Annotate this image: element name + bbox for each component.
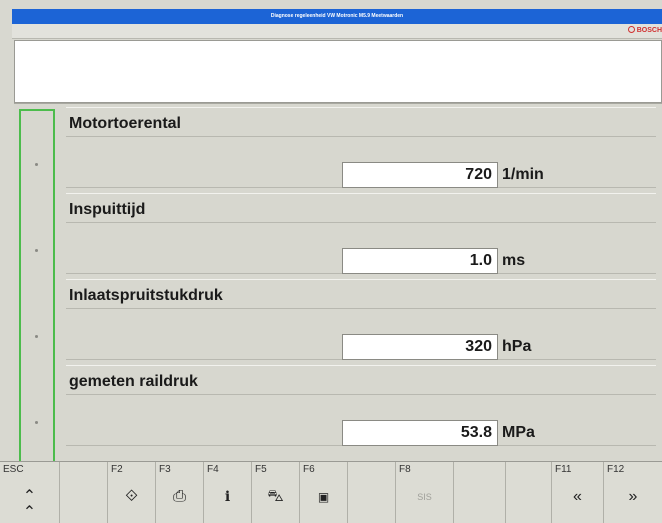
empty-key — [348, 462, 396, 523]
key-label: ESC — [3, 464, 24, 475]
measurement-value: 720 — [342, 162, 498, 188]
bosch-logo-icon — [627, 26, 635, 33]
measurement-unit: MPa — [502, 424, 535, 441]
measurement-value-row: 720 1/min — [66, 162, 656, 188]
f4-button[interactable]: F4 i — [204, 462, 252, 523]
measurement-value: 53.8 — [342, 420, 498, 446]
key-label: F5 — [255, 464, 267, 475]
measurement-label: Inlaatspruitstukdruk — [69, 287, 223, 304]
double-chevron-right-icon: » — [628, 488, 638, 505]
double-chevron-up-icon: ⌃ ⌃ — [22, 488, 37, 521]
double-chevron-left-icon: « — [573, 488, 582, 505]
f3-button[interactable]: F3 ⎙ — [156, 462, 204, 523]
key-label: F8 — [399, 464, 411, 475]
measurement-unit: hPa — [502, 338, 532, 355]
row-marker — [35, 335, 38, 338]
menu-bar: BOSCH — [12, 24, 662, 39]
sis-icon: SIS — [417, 492, 432, 502]
measurement-value: 1.0 — [342, 248, 498, 274]
key-label: F3 — [159, 464, 171, 475]
measurement-unit: 1/min — [502, 166, 544, 183]
row-marker — [35, 163, 38, 166]
measurement-panel: Motortoerental 720 1/min Inspuittijd 1.0… — [14, 103, 662, 461]
row-marker — [35, 249, 38, 252]
window-title: Diagnose regeleenheid VW Motronic M5.9 M… — [12, 9, 662, 24]
measurement-row[interactable]: Inspuittijd 1.0 ms — [66, 193, 656, 279]
measurement-value-row: 320 hPa — [66, 334, 656, 360]
f2-button[interactable]: F2 ⟐ — [108, 462, 156, 523]
car-icon: ⛍ — [267, 488, 284, 505]
measurement-row[interactable]: Inlaatspruitstukdruk 320 hPa — [66, 279, 656, 365]
measurement-value: 320 — [342, 334, 498, 360]
brand-name: BOSCH — [636, 27, 662, 34]
measurement-header: gemeten raildruk — [66, 365, 656, 395]
info-icon: i — [224, 489, 231, 505]
measurement-header: Motortoerental — [66, 107, 656, 137]
measurement-header: Inlaatspruitstukdruk — [66, 279, 656, 309]
key-label: F11 — [555, 464, 572, 475]
screen-icon: ▣ — [317, 490, 330, 504]
function-key-bar: ESC ⌃ ⌃ F2 ⟐ F3 ⎙ F4 i F5 ⛍ F6 ▣ F8 SIS F… — [0, 461, 662, 523]
measurement-row[interactable]: gemeten raildruk 53.8 MPa — [66, 365, 656, 451]
f5-button[interactable]: F5 ⛍ — [252, 462, 300, 523]
brand-logo: BOSCH — [627, 26, 662, 34]
measurement-unit: ms — [502, 252, 526, 269]
measurement-label: Motortoerental — [69, 115, 181, 132]
key-label: F4 — [207, 464, 219, 475]
key-label: F6 — [303, 464, 315, 475]
f6-button[interactable]: F6 ▣ — [300, 462, 348, 523]
measurement-value-row: 1.0 ms — [66, 248, 656, 274]
key-label: F2 — [111, 464, 123, 475]
row-marker — [35, 421, 38, 424]
empty-key — [506, 462, 552, 523]
f8-button[interactable]: F8 SIS — [396, 462, 454, 523]
measurement-label: Inspuittijd — [69, 201, 146, 218]
measurement-label: gemeten raildruk — [69, 373, 198, 390]
measurement-value-row: 53.8 MPa — [66, 420, 656, 446]
selection-indicator — [19, 109, 55, 461]
key-label: F12 — [607, 464, 625, 475]
print-icon: ⎙ — [173, 488, 186, 505]
measurement-row[interactable]: Motortoerental 720 1/min — [66, 107, 656, 193]
f11-button[interactable]: F11 « — [552, 462, 604, 523]
info-panel — [14, 40, 662, 103]
measurement-header: Inspuittijd — [66, 193, 656, 223]
arrow-enter-icon: ⟐ — [125, 488, 138, 505]
f12-button[interactable]: F12 » — [604, 462, 662, 523]
empty-key — [454, 462, 506, 523]
empty-key — [60, 462, 108, 523]
esc-button[interactable]: ESC ⌃ ⌃ — [0, 462, 60, 523]
